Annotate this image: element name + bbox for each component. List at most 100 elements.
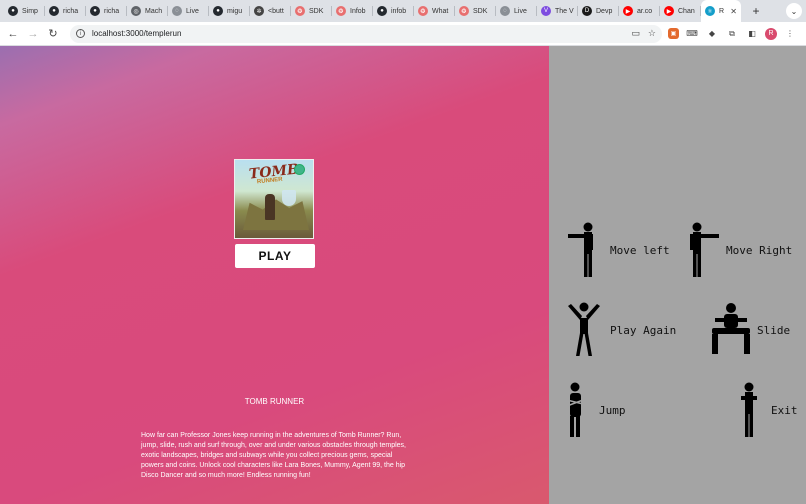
page-viewport: TOMB RUNNER PLAY TOMB RUNNER How far can…: [0, 46, 806, 504]
address-bar[interactable]: i localhost:3000/templerun ▭ ☆: [70, 24, 662, 43]
browser-tab[interactable]: ● richa: [45, 0, 86, 22]
browser-tab[interactable]: ❂ SDK: [455, 0, 496, 22]
loading-icon: ◌: [500, 6, 510, 16]
arrow-left-icon: ←: [7, 27, 19, 40]
browser-tab[interactable]: ✲ <butt: [250, 0, 291, 22]
menu-kebab-icon[interactable]: ⋮: [783, 27, 797, 41]
globe-icon: ◎: [131, 6, 141, 16]
tab-label: Simp: [22, 7, 38, 15]
tab-label: SDK: [473, 7, 488, 15]
cover-shield: [282, 190, 296, 206]
new-tab-button[interactable]: +: [747, 2, 765, 20]
pose-play-again-icon: [568, 302, 600, 356]
pose-jump-icon: [566, 382, 584, 437]
label-move-left: Move left: [610, 243, 670, 257]
pose-move-left-icon: [568, 222, 593, 277]
browser-tab[interactable]: ❂ SDK: [291, 0, 332, 22]
tab-label: What: [432, 7, 449, 15]
sdk-icon: ❂: [459, 6, 469, 16]
browser-tab[interactable]: ❂ Infob: [332, 0, 373, 22]
github-icon: ●: [49, 6, 59, 16]
github-icon: ●: [377, 6, 387, 16]
control-jump: Jump: [559, 382, 626, 438]
devpost-icon: D: [582, 6, 592, 16]
game-cover-image[interactable]: TOMB RUNNER: [234, 159, 314, 239]
sdk-icon: ❂: [295, 6, 305, 16]
browser-tab[interactable]: ● Simp: [4, 0, 45, 22]
tab-label: The V: [555, 7, 574, 15]
tab-close-icon[interactable]: ✕: [730, 7, 737, 16]
side-panel-icon[interactable]: ◧: [745, 27, 759, 41]
reload-icon: ↻: [48, 28, 58, 40]
bookmark-star-icon[interactable]: ☆: [648, 28, 656, 39]
control-exit: Exit: [729, 382, 798, 438]
control-slide: Slide: [711, 302, 790, 358]
control-move-right: Move Right: [685, 222, 792, 278]
back-button[interactable]: ←: [4, 25, 22, 43]
browser-tab[interactable]: D Devp: [578, 0, 619, 22]
browser-tab[interactable]: ◌ Live: [168, 0, 209, 22]
tab-label: richa: [104, 7, 120, 15]
cover-temple: [243, 199, 309, 230]
extensions-puzzle-icon[interactable]: ⧉: [725, 27, 739, 41]
tab-strip: ● Simp ● richa ● richa ◎ Mach ◌ Live ● migu ✲ <butt ❂ S…: [0, 0, 806, 22]
browser-tab[interactable]: ◌ Live: [496, 0, 537, 22]
tab-label: infob: [391, 7, 407, 15]
tab-label: Live: [186, 7, 199, 15]
label-play-again: Play Again: [610, 323, 677, 337]
browser-tab[interactable]: ◎ Mach: [127, 0, 168, 22]
browser-toolbar: ← → ↻ i localhost:3000/templerun ▭ ☆ ▣ ⌨…: [0, 22, 806, 46]
metamask-icon[interactable]: ◆: [705, 27, 719, 41]
tab-label: <butt: [268, 7, 284, 15]
site-info-icon[interactable]: i: [76, 29, 85, 38]
tab-label: Infob: [350, 7, 366, 15]
forward-button[interactable]: →: [24, 25, 42, 43]
tab-label: Live: [514, 7, 527, 15]
github-icon: ●: [8, 6, 18, 16]
sdk-icon: ❂: [418, 6, 428, 16]
label-move-right: Move Right: [726, 243, 793, 257]
extension-keyboard-icon[interactable]: ⌨: [685, 27, 699, 41]
browser-tab[interactable]: ⚛ R ✕: [701, 0, 741, 22]
cover-runner: [265, 194, 275, 220]
browser-tab[interactable]: ❂ What: [414, 0, 455, 22]
tab-label: Devp: [596, 7, 613, 15]
label-slide: Slide: [757, 323, 791, 337]
label-exit: Exit: [771, 403, 798, 417]
pose-move-right-icon: [690, 222, 719, 277]
tab-label: SDK: [309, 7, 324, 15]
profile-avatar[interactable]: R: [765, 27, 777, 40]
tab-label: Mach: [145, 7, 163, 15]
youtube-icon: ▶: [664, 6, 674, 16]
control-move-left: Move left: [564, 222, 670, 278]
github-icon: ●: [90, 6, 100, 16]
pose-exit-icon: [741, 382, 757, 437]
gear-icon: ✲: [254, 6, 264, 16]
loading-icon: ◌: [172, 6, 182, 16]
cover-logo-sub: RUNNER: [256, 176, 283, 186]
control-play-again: Play Again: [564, 302, 676, 358]
tab-label: migu: [227, 7, 243, 15]
browser-tab[interactable]: V The V: [537, 0, 578, 22]
label-jump: Jump: [599, 403, 626, 417]
sdk-icon: ❂: [336, 6, 346, 16]
tab-label: Chan: [678, 7, 695, 15]
pose-slide-icon: [712, 303, 750, 354]
browser-tab[interactable]: ● infob: [373, 0, 414, 22]
tab-search-chevron-icon[interactable]: ⌄: [786, 3, 802, 19]
browser-tab[interactable]: ● migu: [209, 0, 250, 22]
cast-icon[interactable]: ▭: [631, 28, 640, 39]
extension-icon[interactable]: ▣: [668, 28, 679, 39]
tab-label: richa: [63, 7, 79, 15]
reload-button[interactable]: ↻: [44, 25, 62, 43]
browser-tab[interactable]: ▶ ar.co: [619, 0, 660, 22]
play-button[interactable]: PLAY: [235, 244, 315, 268]
browser-tab[interactable]: ▶ Chan: [660, 0, 701, 22]
controls-panel: Move left Move Right Play Again Slide Ju…: [549, 46, 806, 504]
game-panel: TOMB RUNNER PLAY TOMB RUNNER How far can…: [0, 46, 549, 504]
react-icon: ⚛: [705, 6, 715, 16]
url-text: localhost:3000/templerun: [92, 29, 182, 38]
github-icon: ●: [213, 6, 223, 16]
tab-label: R: [719, 7, 725, 15]
browser-tab[interactable]: ● richa: [86, 0, 127, 22]
